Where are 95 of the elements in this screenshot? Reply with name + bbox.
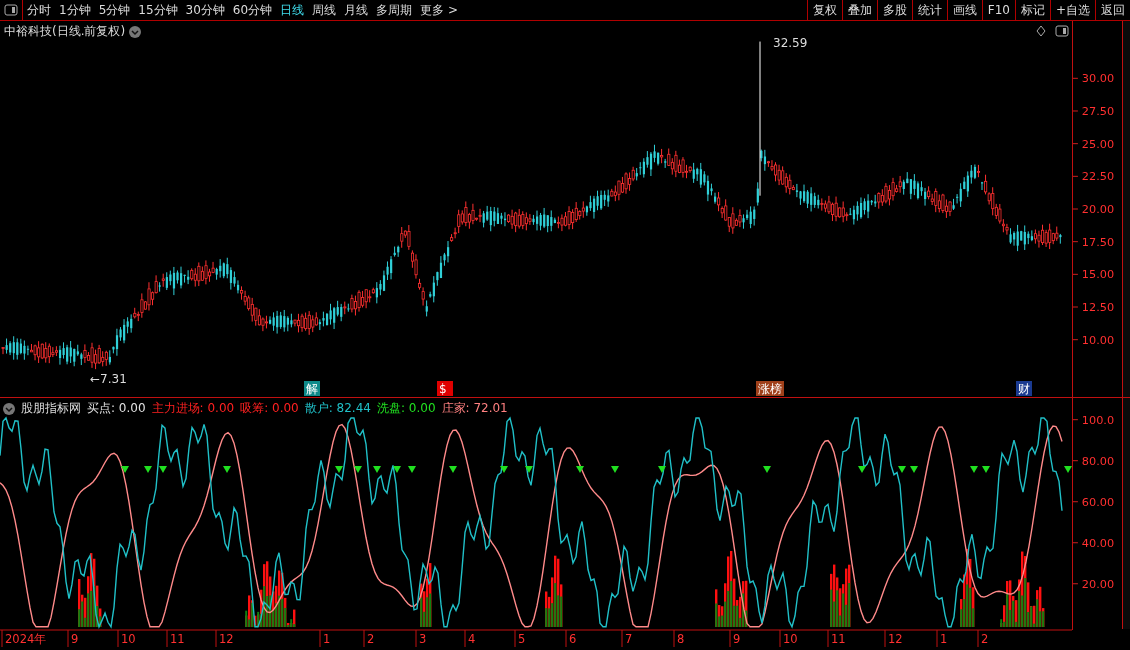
signal-marker xyxy=(898,466,906,473)
signal-marker xyxy=(408,466,416,473)
indicator-reading: 庄家: 72.01 xyxy=(441,400,508,417)
toolbar-button[interactable]: 复权 xyxy=(806,0,842,20)
signal-marker xyxy=(121,466,129,473)
signal-marker xyxy=(159,466,167,473)
histogram-bar xyxy=(254,615,257,627)
period-tab[interactable]: 30分钟 xyxy=(181,0,229,20)
axis-label: 40.00 xyxy=(1081,536,1115,550)
axis-label: 20.00 xyxy=(1081,202,1115,216)
date-label: 8 xyxy=(677,632,685,646)
axis-label: 100.0 xyxy=(1081,413,1115,427)
date-label: 12 xyxy=(888,632,903,646)
high-price-label: 32.59 xyxy=(773,35,808,50)
signal-marker xyxy=(335,466,343,473)
indicator-reading: 主力进场: 0.00 xyxy=(151,400,235,417)
signal-marker xyxy=(970,466,978,473)
axis-label: 17.50 xyxy=(1081,235,1115,249)
axis-label: 10.00 xyxy=(1081,333,1115,347)
signal-marker xyxy=(576,466,584,473)
panel-toggle-icon[interactable] xyxy=(4,4,18,16)
date-label: 11 xyxy=(170,632,185,646)
event-tag[interactable]: 解 xyxy=(304,381,320,396)
date-label: 9 xyxy=(71,632,79,646)
period-tab[interactable]: 日线 xyxy=(276,0,309,20)
date-label: 7 xyxy=(625,632,633,646)
period-tab[interactable]: 5分钟 xyxy=(94,0,135,20)
signal-marker xyxy=(982,466,990,473)
indicator-reading: 洗盘: 0.00 xyxy=(376,400,436,417)
period-tab[interactable]: 15分钟 xyxy=(134,0,182,20)
period-tab[interactable]: 1分钟 xyxy=(55,0,95,20)
event-tag[interactable]: $ xyxy=(437,381,453,396)
dropdown-icon[interactable] xyxy=(129,25,142,38)
signal-marker xyxy=(525,466,533,473)
panel-toggle-icon[interactable] xyxy=(1055,25,1069,37)
date-label: 2 xyxy=(367,632,375,646)
event-tag[interactable]: 财 xyxy=(1016,381,1032,396)
toolbar-button[interactable]: 叠加 xyxy=(841,0,877,20)
toolbar-button[interactable]: F10 xyxy=(981,0,1015,20)
toolbar-button[interactable]: +自选 xyxy=(1049,0,1095,20)
low-price-label: ←7.31 xyxy=(90,372,127,386)
axis-label: 12.50 xyxy=(1081,300,1115,314)
toolbar-button[interactable]: 标记 xyxy=(1014,0,1050,20)
date-label: 10 xyxy=(783,632,798,646)
date-label: 2024年 xyxy=(5,632,47,646)
date-label: 1 xyxy=(323,632,331,646)
signal-marker xyxy=(449,466,457,473)
date-label: 1 xyxy=(940,632,948,646)
period-tab[interactable]: 月线 xyxy=(340,0,373,20)
toolbar-button[interactable]: 统计 xyxy=(911,0,947,20)
toolbar-button[interactable]: 多股 xyxy=(876,0,912,20)
axis-label: 27.50 xyxy=(1081,104,1115,118)
signal-marker xyxy=(611,466,619,473)
period-tab[interactable]: 周线 xyxy=(308,0,341,20)
period-tab[interactable]: 更多 > xyxy=(416,0,462,20)
date-label: 10 xyxy=(121,632,136,646)
axis-label: 30.00 xyxy=(1081,72,1115,86)
signal-marker xyxy=(910,466,918,473)
date-label: 9 xyxy=(733,632,741,646)
indicator-reading: 买点: 0.00 xyxy=(87,400,146,417)
diamond-icon[interactable] xyxy=(1036,25,1046,37)
date-label: 11 xyxy=(831,632,846,646)
event-tag[interactable]: 涨榜 xyxy=(756,381,784,396)
axis-label: 25.00 xyxy=(1081,137,1115,151)
date-label: 6 xyxy=(569,632,577,646)
toolbar-button[interactable]: 返回 xyxy=(1095,0,1130,20)
dropdown-icon[interactable] xyxy=(3,402,15,415)
indicator-reading: 吸筹: 0.00 xyxy=(240,400,299,417)
toolbar-button[interactable]: 画线 xyxy=(946,0,982,20)
period-tab[interactable]: 分时 xyxy=(23,0,55,20)
indicator-reading: 散户: 82.44 xyxy=(304,400,371,417)
indicator-title: 股朋指标网 xyxy=(21,400,81,417)
period-tab[interactable]: 多周期 xyxy=(372,0,417,20)
signal-marker xyxy=(1064,466,1072,473)
signal-marker xyxy=(763,466,771,473)
date-label: 3 xyxy=(419,632,427,646)
date-label: 5 xyxy=(518,632,526,646)
signal-marker xyxy=(500,466,508,473)
date-label: 2 xyxy=(981,632,989,646)
date-label: 4 xyxy=(468,632,476,646)
axis-label: 80.00 xyxy=(1081,454,1115,468)
axis-label: 60.00 xyxy=(1081,495,1115,509)
axis-label: 20.00 xyxy=(1081,577,1115,591)
axis-label: 22.50 xyxy=(1081,170,1115,184)
signal-marker xyxy=(354,466,362,473)
period-tab[interactable]: 60分钟 xyxy=(228,0,277,20)
signal-marker xyxy=(658,466,666,473)
signal-marker xyxy=(144,466,152,473)
date-label: 12 xyxy=(219,632,234,646)
chart-title: 中裕科技(日线.前复权) xyxy=(4,23,126,40)
signal-marker xyxy=(393,466,401,473)
signal-marker xyxy=(223,466,231,473)
axis-label: 15.00 xyxy=(1081,268,1115,282)
signal-marker xyxy=(858,466,866,473)
signal-marker xyxy=(373,466,381,473)
